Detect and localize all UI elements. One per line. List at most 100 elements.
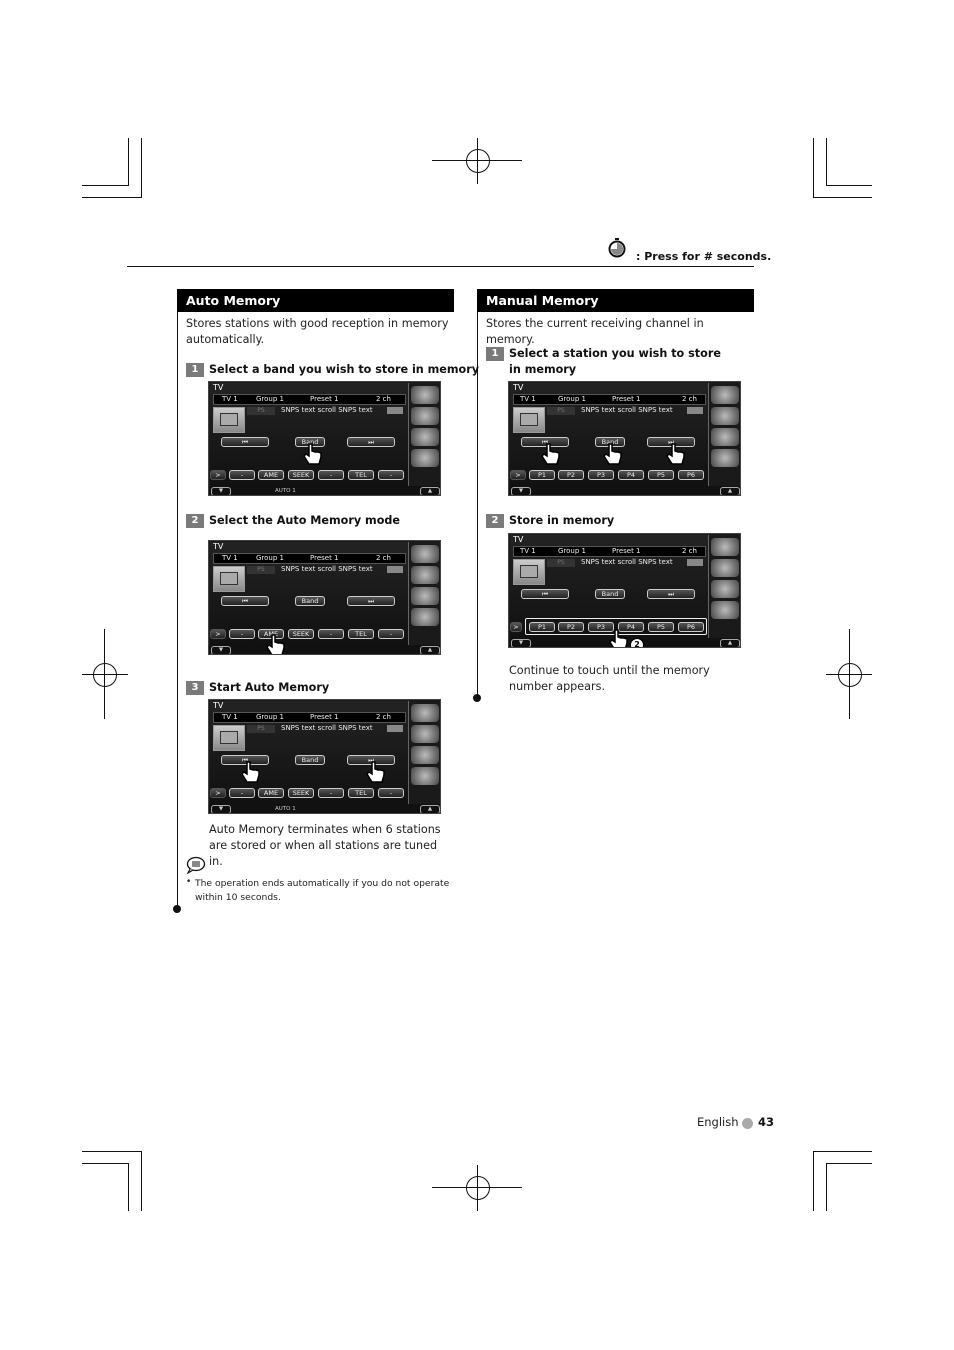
func-button[interactable]: -	[378, 629, 404, 639]
prev-button[interactable]: ⏮	[221, 437, 269, 447]
side-button[interactable]	[711, 559, 739, 577]
more-button[interactable]: >	[510, 470, 526, 480]
down-button[interactable]: ▼	[211, 487, 231, 495]
ps-label: PS	[247, 566, 275, 574]
seek-button[interactable]: SEEK	[288, 788, 314, 798]
side-button[interactable]	[411, 545, 439, 563]
registration-mark	[838, 663, 862, 687]
side-button[interactable]	[711, 407, 739, 425]
down-button[interactable]: ▼	[211, 805, 231, 813]
up-button[interactable]: ▲	[420, 805, 440, 813]
side-button[interactable]	[411, 386, 439, 404]
crop-mark	[82, 1151, 142, 1152]
func-button[interactable]: -	[229, 629, 255, 639]
side-button[interactable]	[411, 407, 439, 425]
side-button[interactable]	[411, 566, 439, 584]
preset-button-p2[interactable]: P2	[558, 622, 584, 632]
channel-text: 2 ch	[376, 395, 391, 403]
func-button[interactable]: -	[229, 788, 255, 798]
manual-memory-description: Stores the current receiving channel in …	[486, 317, 704, 346]
crop-mark	[826, 1163, 872, 1164]
func-button[interactable]: -	[378, 470, 404, 480]
down-button[interactable]: ▼	[511, 639, 531, 647]
preset-button-p3[interactable]: P3	[588, 470, 614, 480]
side-button[interactable]	[411, 428, 439, 446]
next-button[interactable]: ⏭	[347, 437, 395, 447]
footer-language: English	[697, 1115, 739, 1129]
preset-button-p2[interactable]: P2	[558, 470, 584, 480]
next-button[interactable]: ⏭	[347, 596, 395, 606]
preset-button-p1[interactable]: P1	[529, 622, 555, 632]
scroll-button[interactable]	[387, 725, 403, 732]
side-button[interactable]	[711, 580, 739, 598]
side-button[interactable]	[411, 767, 439, 785]
registration-mark	[849, 629, 850, 719]
scroll-button[interactable]	[687, 559, 703, 566]
func-button[interactable]: -	[318, 629, 344, 639]
tv-thumbnail[interactable]	[213, 407, 245, 433]
preset-button-p6[interactable]: P6	[678, 470, 704, 480]
func-button[interactable]: -	[378, 788, 404, 798]
tv-thumbnail[interactable]	[513, 559, 545, 585]
down-button[interactable]: ▼	[511, 487, 531, 495]
preset-text: Preset 1	[310, 713, 339, 721]
up-button[interactable]: ▲	[420, 646, 440, 654]
scroll-button[interactable]	[387, 566, 403, 573]
band-button[interactable]: Band	[295, 755, 325, 765]
tel-button[interactable]: TEL	[348, 629, 374, 639]
func-button[interactable]: -	[318, 788, 344, 798]
seek-button[interactable]: SEEK	[288, 629, 314, 639]
info-bar: TV 1 Group 1 Preset 1 2 ch	[213, 553, 406, 564]
more-button[interactable]: >	[210, 788, 226, 798]
side-button[interactable]	[711, 538, 739, 556]
tv-thumbnail[interactable]	[513, 407, 545, 433]
side-button[interactable]	[411, 587, 439, 605]
up-button[interactable]: ▲	[420, 487, 440, 495]
preset-button-p6[interactable]: P6	[678, 622, 704, 632]
side-button[interactable]	[411, 608, 439, 626]
scroll-button[interactable]	[387, 407, 403, 414]
side-button[interactable]	[411, 746, 439, 764]
ps-label: PS	[547, 407, 575, 415]
crop-mark	[141, 138, 142, 198]
preset-button-p5[interactable]: P5	[648, 470, 674, 480]
more-button[interactable]: >	[210, 470, 226, 480]
func-button[interactable]: -	[318, 470, 344, 480]
band-text: TV 1	[222, 395, 238, 403]
ame-button[interactable]: AME	[258, 788, 284, 798]
preset-button-p5[interactable]: P5	[648, 622, 674, 632]
next-button[interactable]: ⏭	[647, 589, 695, 599]
legend-text: : Press for # seconds.	[636, 250, 772, 263]
tv-thumbnail[interactable]	[213, 725, 245, 751]
preset-button-p4[interactable]: P4	[618, 470, 644, 480]
down-button[interactable]: ▼	[211, 646, 231, 654]
band-button[interactable]: Band	[295, 596, 325, 606]
side-button[interactable]	[411, 725, 439, 743]
prev-button[interactable]: ⏮	[521, 589, 569, 599]
manual-step-2: 2 Store in memory	[486, 513, 614, 529]
scroll-button[interactable]	[687, 407, 703, 414]
prev-button[interactable]: ⏮	[221, 596, 269, 606]
side-button[interactable]	[711, 601, 739, 619]
tel-button[interactable]: TEL	[348, 788, 374, 798]
side-button[interactable]	[711, 386, 739, 404]
tel-button[interactable]: TEL	[348, 470, 374, 480]
func-button[interactable]: -	[229, 470, 255, 480]
side-button[interactable]	[411, 704, 439, 722]
more-button[interactable]: >	[510, 622, 522, 632]
more-button[interactable]: >	[210, 629, 226, 639]
seek-button[interactable]: SEEK	[288, 470, 314, 480]
up-button[interactable]: ▲	[720, 639, 740, 647]
ame-button[interactable]: AME	[258, 470, 284, 480]
up-button[interactable]: ▲	[720, 487, 740, 495]
channel-text: 2 ch	[376, 713, 391, 721]
tv-thumbnail[interactable]	[213, 566, 245, 592]
tv-screen-auto-step-3: TV TV 1 Group 1 Preset 1 2 ch PS SNPS te…	[208, 699, 441, 814]
side-button[interactable]	[711, 428, 739, 446]
crop-mark	[813, 197, 872, 198]
side-button[interactable]	[711, 449, 739, 467]
band-button[interactable]: Band	[595, 589, 625, 599]
side-button[interactable]	[411, 449, 439, 467]
status-text: AUTO 1	[275, 806, 296, 812]
preset-button-p1[interactable]: P1	[529, 470, 555, 480]
